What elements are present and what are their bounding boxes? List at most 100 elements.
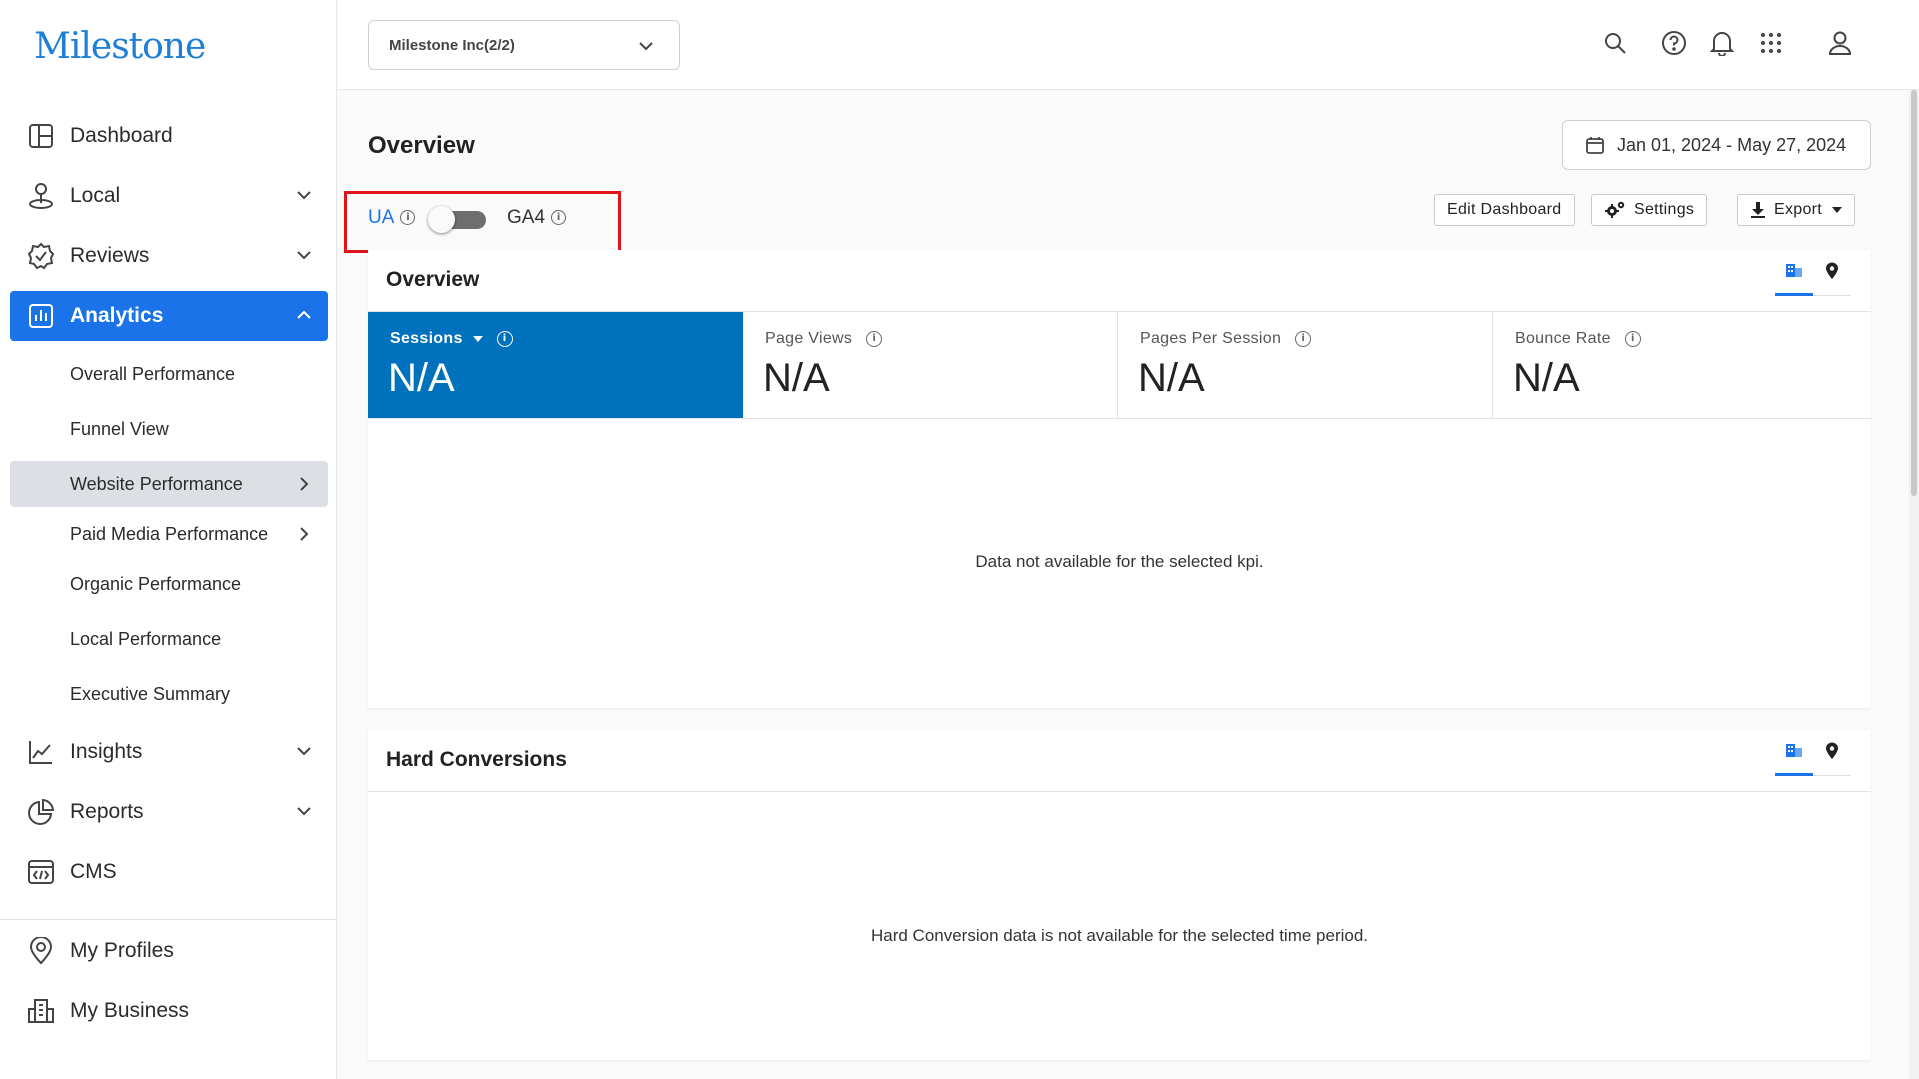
ua-toggle-label[interactable]: UA i	[368, 207, 416, 229]
account-select-value: Milestone Inc(2/2)	[389, 36, 515, 54]
sidebar-subitem-label: Overall Performance	[70, 363, 236, 384]
sidebar-subitem-label: Paid Media Performance	[70, 523, 269, 544]
profile-location-icon	[26, 936, 56, 966]
sidebar-item-insights[interactable]: Insights	[10, 727, 328, 777]
sidebar-item-my-profiles[interactable]: My Profiles	[10, 926, 328, 976]
info-icon[interactable]: i	[866, 330, 883, 347]
sidebar-subitem-overall-performance[interactable]: Overall Performance	[10, 351, 328, 397]
kpi-value: N/A	[1138, 356, 1205, 400]
sidebar-item-reviews[interactable]: Reviews	[10, 231, 328, 281]
sidebar-item-local[interactable]: Local	[10, 171, 328, 221]
caret-down-icon[interactable]	[472, 335, 483, 342]
kpi-label: Sessions	[390, 330, 463, 347]
hard-conversions-title: Hard Conversions	[386, 748, 567, 771]
location-view-tab[interactable]	[1813, 262, 1851, 296]
apps-grid-icon[interactable]	[1758, 30, 1784, 56]
info-icon[interactable]: i	[1295, 330, 1312, 347]
export-label: Export	[1774, 201, 1823, 218]
scrollbar-thumb[interactable]	[1911, 90, 1917, 496]
cms-code-icon	[26, 857, 56, 887]
kpi-value: N/A	[1513, 356, 1580, 400]
sidebar-item-label: My Business	[70, 999, 190, 1022]
edit-dashboard-label: Edit Dashboard	[1447, 201, 1562, 218]
reports-pie-icon	[26, 797, 56, 827]
chevron-down-icon[interactable]	[294, 185, 314, 211]
sidebar-subitem-local-performance[interactable]: Local Performance	[10, 616, 328, 662]
page-title: Overview	[368, 132, 475, 159]
card-divider	[368, 791, 1871, 792]
sidebar-item-analytics[interactable]: Analytics	[10, 291, 328, 341]
hard-conversions-card: Hard Conversions Hard Conversion data is…	[368, 730, 1871, 1060]
edit-dashboard-button[interactable]: Edit Dashboard	[1434, 194, 1575, 226]
chevron-right-icon	[294, 524, 314, 549]
sidebar-item-reports[interactable]: Reports	[10, 787, 328, 837]
overview-empty-message: Data not available for the selected kpi.	[975, 552, 1264, 571]
building-icon	[1785, 742, 1803, 773]
info-icon[interactable]: i	[400, 210, 416, 226]
sidebar-item-label: Local	[70, 184, 121, 207]
bell-icon[interactable]	[1709, 30, 1735, 56]
kpi-label: Bounce Rate	[1515, 330, 1611, 347]
export-button[interactable]: Export	[1737, 194, 1856, 226]
info-icon[interactable]: i	[496, 330, 513, 347]
sidebar-subitem-executive-summary[interactable]: Executive Summary	[10, 671, 328, 717]
chevron-down-icon[interactable]	[294, 741, 314, 767]
sidebar-subitem-website-performance[interactable]: Website Performance	[10, 461, 328, 507]
sidebar-item-label: Dashboard	[70, 124, 173, 147]
kpi-label: Page Views	[765, 330, 853, 347]
sidebar-subitem-label: Funnel View	[70, 418, 169, 439]
overview-card-title: Overview	[386, 268, 480, 291]
ga4-toggle-label[interactable]: GA4 i	[507, 207, 567, 229]
ua-ga4-toggle-switch[interactable]	[428, 206, 488, 233]
kpi-value: N/A	[388, 356, 455, 400]
sidebar-item-my-business[interactable]: My Business	[10, 986, 328, 1036]
page-scrollbar[interactable]	[1909, 90, 1919, 1079]
sidebar-subitem-paid-media-performance[interactable]: Paid Media Performance	[10, 511, 328, 557]
info-icon[interactable]: i	[1624, 330, 1641, 347]
ua-label-text: UA	[368, 207, 395, 228]
sidebar-item-cms[interactable]: CMS	[10, 847, 328, 897]
settings-label: Settings	[1634, 201, 1695, 218]
kpi-bounce-rate[interactable]: Bounce Rate i N/A	[1493, 312, 1871, 419]
sidebar-subitem-funnel-view[interactable]: Funnel View	[10, 406, 328, 452]
building-icon	[1785, 262, 1803, 293]
sidebar-item-dashboard[interactable]: Dashboard	[10, 111, 328, 161]
download-icon	[1750, 201, 1766, 219]
kpi-pages-per-session[interactable]: Pages Per Session i N/A	[1118, 312, 1493, 419]
milestone-logo[interactable]: Milestone	[34, 26, 206, 67]
sidebar-item-label: Reviews	[70, 244, 150, 267]
sidebar-subitem-label: Executive Summary	[70, 683, 231, 704]
search-icon[interactable]	[1602, 30, 1628, 56]
building-view-tab[interactable]	[1775, 742, 1813, 776]
account-select[interactable]: Milestone Inc(2/2)	[368, 20, 680, 70]
map-pin-icon	[1825, 262, 1839, 296]
date-range-picker[interactable]: Jan 01, 2024 - May 27, 2024	[1562, 120, 1871, 170]
chevron-up-icon[interactable]	[294, 305, 314, 331]
kpi-label: Pages Per Session	[1140, 330, 1282, 347]
toggle-knob[interactable]	[428, 206, 455, 233]
conversions-view-tabs	[1775, 732, 1851, 776]
sidebar-subitem-label: Organic Performance	[70, 573, 242, 594]
reviews-check-icon	[26, 241, 56, 271]
sidebar-subitem-organic-performance[interactable]: Organic Performance	[10, 561, 328, 607]
insights-line-icon	[26, 737, 56, 767]
chevron-down-icon	[637, 37, 655, 59]
location-view-tab[interactable]	[1813, 742, 1851, 776]
sidebar-subitem-label: Website Performance	[70, 473, 243, 494]
help-icon[interactable]	[1661, 30, 1687, 56]
map-pin-icon	[1825, 742, 1839, 776]
info-icon[interactable]: i	[551, 210, 567, 226]
sidebar-subitem-label: Local Performance	[70, 628, 222, 649]
building-view-tab[interactable]	[1775, 262, 1813, 296]
settings-button[interactable]: Settings	[1591, 194, 1708, 226]
kpi-value: N/A	[763, 356, 830, 400]
kpi-sessions[interactable]: Sessions i N/A	[368, 312, 743, 419]
user-icon[interactable]	[1827, 30, 1853, 56]
kpi-page-views[interactable]: Page Views i N/A	[743, 312, 1118, 419]
chevron-down-icon[interactable]	[294, 801, 314, 827]
sidebar-item-label: Reports	[70, 800, 144, 823]
top-bar: Milestone Inc(2/2)	[338, 0, 1919, 90]
chevron-down-icon[interactable]	[294, 245, 314, 271]
calendar-icon	[1585, 135, 1605, 155]
sidebar-item-label: My Profiles	[70, 939, 174, 962]
